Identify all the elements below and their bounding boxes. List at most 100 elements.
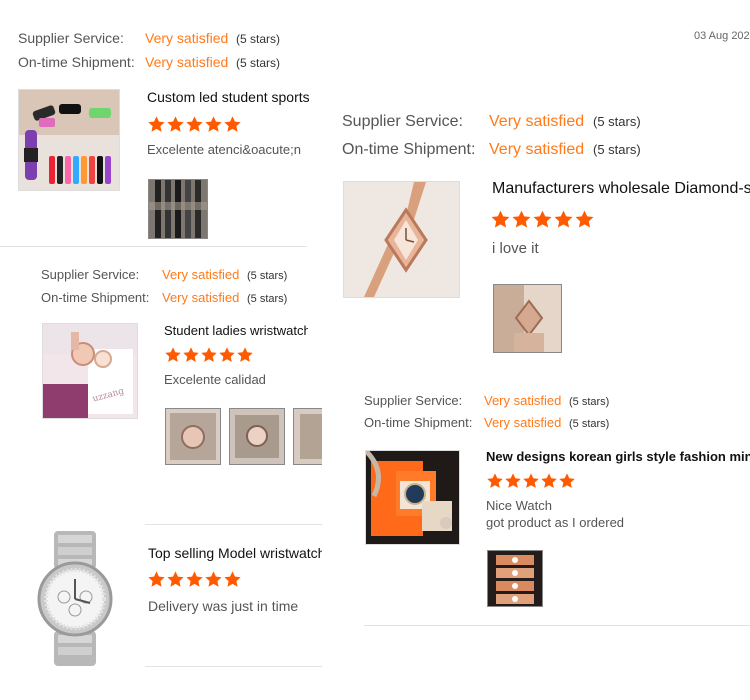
supplier-service-rating: Supplier Service: Very satisfied (5 stars): [364, 393, 609, 408]
ladies-watch-image: uzzang: [43, 324, 137, 418]
supplier-service-rating: Supplier Service: Very satisfied (5 stars): [41, 267, 287, 282]
review-photo-image: [166, 409, 220, 464]
shipment-label: On-time Shipment:: [364, 415, 473, 430]
star-icon: [204, 570, 223, 589]
shipment-rating: On-time Shipment: Very satisfied (5 stars): [41, 290, 287, 305]
supplier-service-value: Very satisfied: [145, 30, 229, 46]
review-comment: Excelente calidad: [164, 372, 266, 387]
star-icon: [574, 209, 595, 230]
shipment-label: On-time Shipment:: [342, 141, 476, 158]
review-photo[interactable]: [165, 408, 221, 465]
star-icon: [204, 115, 223, 134]
divider: [145, 524, 322, 525]
star-icon: [532, 209, 553, 230]
supplier-service-label: Supplier Service:: [41, 267, 140, 282]
star-rating: [147, 115, 242, 139]
review-photo-image: [488, 551, 542, 606]
star-icon: [223, 115, 242, 134]
shipment-count: (5 stars): [236, 56, 281, 70]
star-rating: [164, 346, 254, 369]
review-card-3: Top selling Model wristwatch Delivery wa…: [0, 524, 322, 700]
review-photo[interactable]: [493, 284, 562, 353]
shipment-label: On-time Shipment:: [41, 290, 150, 305]
gift-box-watch-image: [366, 451, 459, 544]
star-icon: [218, 346, 236, 364]
shipment-value: Very satisfied: [145, 54, 229, 70]
review-card-4: Supplier Service: Very satisfied (5 stars)…: [322, 89, 750, 369]
silver-watch-image: [20, 531, 130, 666]
star-icon: [540, 472, 558, 490]
star-icon: [166, 115, 185, 134]
review-photo-image: [230, 409, 284, 464]
supplier-service-count: (5 stars): [593, 114, 641, 129]
product-title[interactable]: Custom led student sports: [147, 89, 309, 105]
star-icon: [490, 209, 511, 230]
star-icon: [223, 570, 242, 589]
supplier-service-count: (5 stars): [236, 32, 281, 46]
shipment-value: Very satisfied: [162, 290, 240, 305]
diamond-watch-image: [344, 182, 459, 297]
shipment-value: Very satisfied: [489, 141, 585, 158]
divider: [364, 625, 750, 626]
star-icon: [166, 570, 185, 589]
shipment-rating: On-time Shipment: Very satisfied (5 stars): [342, 141, 641, 159]
product-title[interactable]: Top selling Model wristwatch: [148, 545, 322, 561]
product-thumbnail[interactable]: [365, 450, 460, 545]
star-icon: [200, 346, 218, 364]
star-icon: [182, 346, 200, 364]
supplier-service-count: (5 stars): [247, 270, 288, 282]
led-watch-image: [19, 90, 119, 190]
review-card-5: Supplier Service: Very satisfied (5 stars)…: [346, 380, 750, 630]
supplier-service-count: (5 stars): [569, 396, 610, 408]
star-icon: [553, 209, 574, 230]
supplier-service-rating: Supplier Service: Very satisfied (5 stars): [18, 30, 280, 46]
shipment-rating: On-time Shipment: Very satisfied (5 stars): [18, 54, 280, 70]
star-icon: [486, 472, 504, 490]
supplier-service-label: Supplier Service:: [364, 393, 463, 408]
star-icon: [558, 472, 576, 490]
product-title[interactable]: Manufacturers wholesale Diamond-s: [492, 180, 750, 198]
supplier-service-label: Supplier Service:: [342, 113, 463, 130]
review-comment: i love it: [492, 240, 539, 257]
star-icon: [147, 570, 166, 589]
star-rating: [147, 570, 242, 594]
review-photo-image: [494, 285, 561, 352]
review-comment-line-1: Nice Watch: [486, 498, 552, 513]
star-rating: [490, 209, 595, 235]
star-icon: [185, 570, 204, 589]
star-icon: [236, 346, 254, 364]
supplier-service-value: Very satisfied: [484, 393, 562, 408]
product-title[interactable]: New designs korean girls style fashion m…: [486, 449, 750, 464]
review-photo[interactable]: [293, 408, 322, 465]
shipment-label: On-time Shipment:: [18, 54, 135, 70]
review-comment: Excelente atenci&oacute;n: [147, 142, 301, 157]
review-photo-image: [149, 180, 207, 238]
product-thumbnail[interactable]: [20, 531, 130, 666]
shipment-value: Very satisfied: [484, 415, 562, 430]
review-photo[interactable]: [229, 408, 285, 465]
shipment-count: (5 stars): [569, 418, 610, 430]
review-date: 03 Aug 202: [694, 30, 750, 42]
review-photo[interactable]: [148, 179, 208, 239]
star-icon: [511, 209, 532, 230]
shipment-rating: On-time Shipment: Very satisfied (5 stars): [364, 415, 609, 430]
product-thumbnail[interactable]: [343, 181, 460, 298]
divider: [145, 666, 322, 667]
supplier-service-rating: Supplier Service: Very satisfied (5 stars): [342, 113, 641, 131]
supplier-service-value: Very satisfied: [162, 267, 240, 282]
review-card-2: Supplier Service: Very satisfied (5 stars)…: [0, 247, 322, 477]
supplier-service-value: Very satisfied: [489, 113, 585, 130]
shipment-count: (5 stars): [247, 293, 288, 305]
review-comment-line-2: got product as I ordered: [486, 515, 625, 530]
product-thumbnail[interactable]: uzzang: [42, 323, 138, 419]
star-icon: [504, 472, 522, 490]
review-photo-image: [294, 409, 322, 464]
review-photo[interactable]: [487, 550, 543, 607]
product-thumbnail[interactable]: [18, 89, 120, 191]
product-title[interactable]: Student ladies wristwatch: [164, 323, 308, 338]
star-rating: [486, 472, 576, 495]
star-icon: [185, 115, 204, 134]
star-icon: [164, 346, 182, 364]
star-icon: [522, 472, 540, 490]
star-icon: [147, 115, 166, 134]
